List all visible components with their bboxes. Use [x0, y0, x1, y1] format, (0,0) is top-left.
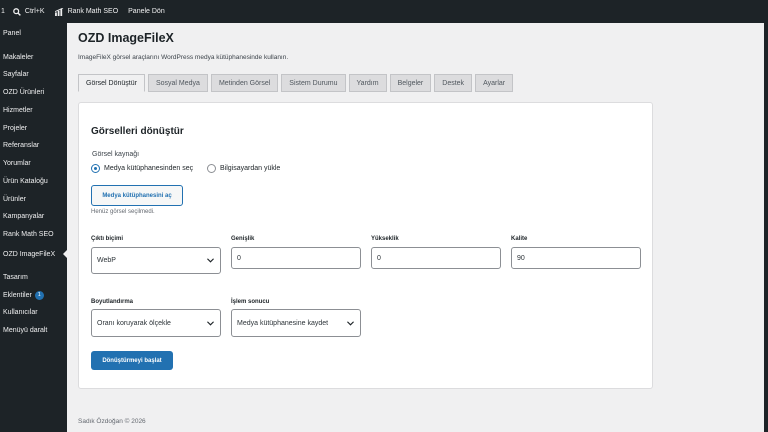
sidebar-item-label: Eklentiler	[3, 291, 32, 299]
sidebar-item-kullanicilar[interactable]: Kullanıcılar	[0, 304, 67, 320]
tab-ayarlar[interactable]: Ayarlar	[475, 74, 514, 92]
sidebar-item-projeler[interactable]: Projeler	[0, 120, 67, 136]
convert-panel: Görselleri dönüştür Görsel kaynağı Medya…	[78, 102, 653, 389]
sidebar-item-label: Rank Math SEO	[3, 230, 54, 238]
width-input[interactable]: 0	[231, 247, 361, 269]
chevron-down-icon	[207, 258, 214, 263]
radio-label: Medya kütüphanesinden seç	[104, 165, 194, 172]
media-status-note: Henüz görsel seçilmedi.	[91, 209, 155, 215]
sidebar-item-label: Kampanyalar	[3, 212, 45, 220]
sidebar-item-eklentiler[interactable]: Eklentiler 1	[0, 287, 67, 303]
chart-icon	[54, 7, 64, 16]
tab-destek[interactable]: Destek	[434, 74, 473, 92]
result-select[interactable]: Medya kütüphanesine kaydet	[231, 309, 361, 337]
sidebar-item-referanslar[interactable]: Referanslar	[0, 137, 67, 153]
tab-bar: Görsel Dönüştür Sosyal Medya Metinden Gö…	[78, 74, 516, 94]
sidebar-item-yorumlar[interactable]: Yorumlar	[0, 155, 67, 171]
section-title: Görselleri dönüştür	[91, 126, 184, 137]
height-label: Yükseklik	[371, 236, 399, 242]
sidebar-item-label: Referanslar	[3, 141, 40, 149]
tab-sistem-durumu[interactable]: Sistem Durumu	[281, 74, 346, 92]
sidebar-item-urunler[interactable]: Ürünler	[0, 191, 67, 207]
sidebar-item-label: Projeler	[3, 124, 28, 132]
admin-bar-edge	[756, 0, 768, 23]
sidebar-item-panel[interactable]: Panel	[0, 25, 67, 41]
quality-input[interactable]: 90	[511, 247, 641, 269]
sidebar-item-hizmetler[interactable]: Hizmetler	[0, 102, 67, 118]
sidebar-item-sayfalar[interactable]: Sayfalar	[0, 66, 67, 82]
tab-gorsel-donustur[interactable]: Görsel Dönüştür	[78, 74, 145, 92]
result-label: İşlem sonucu	[231, 299, 270, 305]
select-value: Medya kütüphanesine kaydet	[237, 319, 329, 327]
sidebar-item-label: OZD ImageFileX	[3, 250, 56, 258]
radio-computer-upload[interactable]: Bilgisayardan yükle	[207, 164, 280, 173]
radio-media-library[interactable]: Medya kütüphanesinden seç	[91, 164, 193, 173]
admin-sidebar: Panel Makaleler Sayfalar OZD Ürünleri Hi…	[0, 23, 67, 432]
rank-math-label: Rank Math SEO	[67, 8, 119, 15]
sidebar-item-ozd-imagefilex[interactable]: OZD ImageFileX	[0, 246, 67, 262]
radio-button-checked[interactable]	[91, 164, 100, 173]
sidebar-item-label: Panel	[3, 29, 21, 37]
output-format-label: Çıktı biçimi	[91, 236, 124, 242]
footer-text: Sadık Özdoğan © 2026	[78, 418, 146, 425]
sidebar-item-kampanyalar[interactable]: Kampanyalar	[0, 208, 67, 224]
tab-belgeler[interactable]: Belgeler	[389, 74, 432, 92]
sidebar-item-ozd-urunleri[interactable]: OZD Ürünleri	[0, 84, 67, 100]
sidebar-item-label: Kullanıcılar	[3, 308, 38, 316]
tab-yardim[interactable]: Yardım	[348, 74, 387, 92]
chevron-down-icon	[207, 321, 214, 326]
source-label: Görsel kaynağı	[92, 151, 140, 158]
sidebar-item-label: OZD Ürünleri	[3, 88, 45, 96]
panel-return-link[interactable]: Panele Dön	[128, 8, 165, 15]
resize-label: Boyutlandırma	[91, 299, 134, 305]
sidebar-item-label: Makaleler	[3, 53, 34, 61]
sidebar-item-label: Ürünler	[3, 195, 26, 203]
sidebar-item-label: Yorumlar	[3, 159, 31, 167]
admin-bar-count[interactable]: 1	[1, 8, 5, 15]
select-value: Oranı koruyarak ölçekle	[97, 319, 171, 327]
width-label: Genişlik	[231, 236, 255, 242]
radio-button[interactable]	[207, 164, 216, 173]
page-description: ImageFileX görsel araçlarını WordPress m…	[78, 54, 289, 61]
sidebar-item-label: Ürün Kataloğu	[3, 177, 48, 185]
select-value: WebP	[97, 257, 116, 264]
main-content: OZD ImageFileX ImageFileX görsel araçlar…	[67, 23, 764, 432]
tab-sosyal-medya[interactable]: Sosyal Medya	[147, 74, 208, 92]
chevron-down-icon	[347, 321, 354, 326]
sidebar-item-makaleler[interactable]: Makaleler	[0, 49, 67, 65]
sidebar-item-label: Menüyü daralt	[3, 326, 48, 334]
quality-label: Kalite	[511, 236, 528, 242]
sidebar-collapse-menu[interactable]: Menüyü daralt	[0, 322, 67, 338]
tab-metinden-gorsel[interactable]: Metinden Görsel	[210, 74, 279, 92]
output-format-select[interactable]: WebP	[91, 247, 221, 274]
sidebar-item-tasarim[interactable]: Tasarım	[0, 269, 67, 285]
sidebar-item-rank-math-seo[interactable]: Rank Math SEO	[0, 226, 67, 242]
right-edge-strip	[764, 23, 768, 432]
open-media-library-button[interactable]: Medya kütüphanesini aç	[91, 185, 183, 206]
sidebar-item-label: Hizmetler	[3, 106, 33, 114]
sidebar-item-urun-katalogu[interactable]: Ürün Kataloğu	[0, 173, 67, 189]
sidebar-item-label: Tasarım	[3, 273, 28, 281]
start-conversion-button[interactable]: Dönüştürmeyi başlat	[91, 351, 173, 370]
height-input[interactable]: 0	[371, 247, 501, 269]
resize-select[interactable]: Oranı koruyarak ölçekle	[91, 309, 221, 337]
command-palette-button[interactable]: Ctrl+K	[13, 7, 45, 16]
rank-math-menu[interactable]: Rank Math SEO	[54, 7, 119, 16]
shortcut-label: Ctrl+K	[24, 8, 45, 15]
sidebar-item-label: Sayfalar	[3, 70, 29, 78]
search-icon	[13, 7, 21, 16]
radio-label: Bilgisayardan yükle	[220, 165, 281, 172]
admin-bar: 1 Ctrl+K Rank Math SEO Panele Dön	[0, 0, 768, 23]
update-count-badge: 1	[34, 290, 44, 300]
page-title: OZD ImageFileX	[78, 31, 174, 45]
